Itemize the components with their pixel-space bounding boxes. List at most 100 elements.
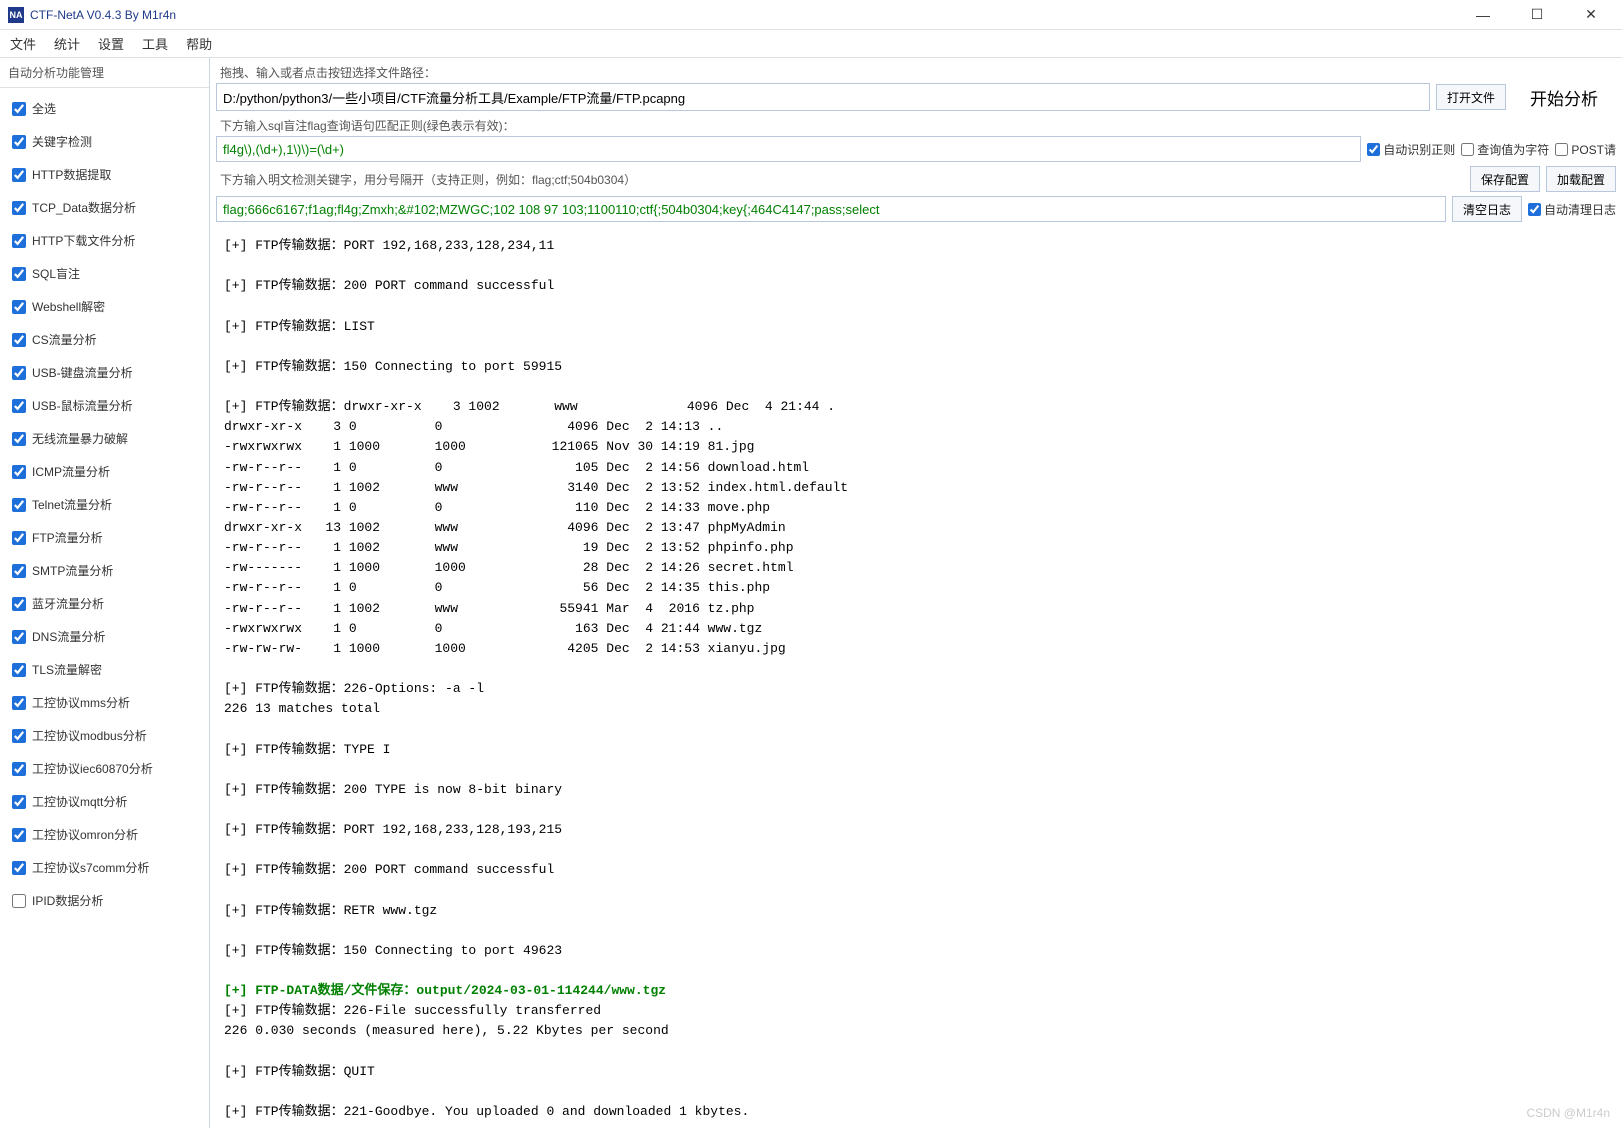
- sidebar-item-label: 工控协议omron分析: [32, 826, 138, 843]
- maximize-button[interactable]: ☐: [1522, 5, 1552, 25]
- minimize-button[interactable]: —: [1468, 5, 1498, 25]
- menu-item[interactable]: 设置: [98, 34, 124, 53]
- file-path-input[interactable]: [216, 83, 1430, 111]
- menu-item[interactable]: 统计: [54, 34, 80, 53]
- sidebar-checkbox[interactable]: [12, 201, 26, 215]
- sidebar: 自动分析功能管理 全选关键字检测HTTP数据提取TCP_Data数据分析HTTP…: [0, 58, 210, 1128]
- sidebar-item[interactable]: 工控协议iec60870分析: [4, 752, 205, 785]
- sidebar-checkbox[interactable]: [12, 102, 26, 116]
- sidebar-item[interactable]: HTTP下载文件分析: [4, 224, 205, 257]
- sidebar-item[interactable]: CS流量分析: [4, 323, 205, 356]
- sidebar-checkbox[interactable]: [12, 399, 26, 413]
- save-config-button[interactable]: 保存配置: [1470, 166, 1540, 192]
- log-line: [+] FTP传输数据：drwxr-xr-x 3 1002 www 4096 D…: [224, 397, 1608, 417]
- log-line: [224, 337, 1608, 357]
- sidebar-item[interactable]: 工控协议omron分析: [4, 818, 205, 851]
- opt-query-char[interactable]: 查询值为字符: [1461, 141, 1549, 158]
- sidebar-item[interactable]: Telnet流量分析: [4, 488, 205, 521]
- app-icon: NA: [8, 7, 24, 23]
- log-output[interactable]: [+] FTP传输数据：PORT 192,168,233,128,234,11 …: [216, 226, 1616, 1124]
- sidebar-item[interactable]: 蓝牙流量分析: [4, 587, 205, 620]
- sidebar-item-label: 工控协议iec60870分析: [32, 760, 153, 777]
- sidebar-item[interactable]: 工控协议s7comm分析: [4, 851, 205, 884]
- sidebar-checkbox[interactable]: [12, 861, 26, 875]
- opt-auto-clear-log[interactable]: 自动清理日志: [1528, 201, 1616, 218]
- log-line: [224, 377, 1608, 397]
- sidebar-checkbox[interactable]: [12, 465, 26, 479]
- sidebar-item[interactable]: USB-鼠标流量分析: [4, 389, 205, 422]
- log-line: [224, 256, 1608, 276]
- sidebar-item[interactable]: FTP流量分析: [4, 521, 205, 554]
- sidebar-checkbox[interactable]: [12, 498, 26, 512]
- log-line: [224, 296, 1608, 316]
- log-line: [224, 921, 1608, 941]
- sidebar-item[interactable]: DNS流量分析: [4, 620, 205, 653]
- sidebar-checkbox[interactable]: [12, 267, 26, 281]
- sidebar-checkbox[interactable]: [12, 630, 26, 644]
- open-file-button[interactable]: 打开文件: [1436, 84, 1506, 110]
- sidebar-checkbox[interactable]: [12, 366, 26, 380]
- close-button[interactable]: ✕: [1576, 5, 1606, 25]
- regex-input[interactable]: [216, 136, 1361, 162]
- sidebar-checkbox[interactable]: [12, 300, 26, 314]
- menu-item[interactable]: 文件: [10, 34, 36, 53]
- log-line: 226 0.030 seconds (measured here), 5.22 …: [224, 1021, 1608, 1041]
- opt-auto-regex[interactable]: 自动识别正则: [1367, 141, 1455, 158]
- sidebar-checkbox[interactable]: [12, 564, 26, 578]
- sidebar-item[interactable]: 关键字检测: [4, 125, 205, 158]
- sidebar-item[interactable]: 无线流量暴力破解: [4, 422, 205, 455]
- sidebar-item-label: CS流量分析: [32, 331, 97, 348]
- sidebar-item[interactable]: 工控协议mqtt分析: [4, 785, 205, 818]
- log-line: 226 13 matches total: [224, 699, 1608, 719]
- sidebar-item[interactable]: 工控协议modbus分析: [4, 719, 205, 752]
- sidebar-item[interactable]: IPID数据分析: [4, 884, 205, 917]
- sidebar-item[interactable]: TCP_Data数据分析: [4, 191, 205, 224]
- sidebar-item-label: 无线流量暴力破解: [32, 430, 128, 447]
- hint-regex: 下方输入sql盲注flag查询语句匹配正则(绿色表示有效)：: [216, 115, 1616, 136]
- sidebar-item[interactable]: HTTP数据提取: [4, 158, 205, 191]
- sidebar-checkbox[interactable]: [12, 168, 26, 182]
- sidebar-item[interactable]: ICMP流量分析: [4, 455, 205, 488]
- start-analysis-button[interactable]: 开始分析: [1512, 85, 1616, 110]
- load-config-button[interactable]: 加载配置: [1546, 166, 1616, 192]
- menu-item[interactable]: 帮助: [186, 34, 212, 53]
- sidebar-item[interactable]: Webshell解密: [4, 290, 205, 323]
- clear-log-button[interactable]: 清空日志: [1452, 196, 1522, 222]
- sidebar-checkbox[interactable]: [12, 762, 26, 776]
- sidebar-checkbox[interactable]: [12, 894, 26, 908]
- sidebar-checkbox[interactable]: [12, 597, 26, 611]
- log-line: drwxr-xr-x 13 1002 www 4096 Dec 2 13:47 …: [224, 518, 1608, 538]
- sidebar-checkbox[interactable]: [12, 663, 26, 677]
- sidebar-item-label: 蓝牙流量分析: [32, 595, 104, 612]
- sidebar-checkbox[interactable]: [12, 696, 26, 710]
- sidebar-checkbox[interactable]: [12, 432, 26, 446]
- sidebar-checkbox[interactable]: [12, 729, 26, 743]
- log-line: [+] FTP传输数据：LIST: [224, 317, 1608, 337]
- keywords-input[interactable]: [216, 196, 1446, 222]
- sidebar-item[interactable]: SQL盲注: [4, 257, 205, 290]
- menu-item[interactable]: 工具: [142, 34, 168, 53]
- sidebar-item[interactable]: 全选: [4, 92, 205, 125]
- sidebar-item-label: HTTP数据提取: [32, 166, 111, 183]
- log-line: -rwxrwxrwx 1 0 0 163 Dec 4 21:44 www.tgz: [224, 619, 1608, 639]
- sidebar-checkbox[interactable]: [12, 135, 26, 149]
- log-line: -rw-r--r-- 1 0 0 105 Dec 2 14:56 downloa…: [224, 458, 1608, 478]
- sidebar-checkbox[interactable]: [12, 531, 26, 545]
- sidebar-item[interactable]: TLS流量解密: [4, 653, 205, 686]
- sidebar-checkbox[interactable]: [12, 795, 26, 809]
- sidebar-item[interactable]: SMTP流量分析: [4, 554, 205, 587]
- log-line: -rw-r--r-- 1 1002 www 19 Dec 2 13:52 php…: [224, 538, 1608, 558]
- log-line: -rw-r--r-- 1 0 0 110 Dec 2 14:33 move.ph…: [224, 498, 1608, 518]
- sidebar-checkbox[interactable]: [12, 234, 26, 248]
- sidebar-checkbox[interactable]: [12, 333, 26, 347]
- sidebar-checkbox[interactable]: [12, 828, 26, 842]
- log-line: [224, 760, 1608, 780]
- opt-post[interactable]: POST请: [1555, 141, 1616, 158]
- sidebar-item[interactable]: USB-键盘流量分析: [4, 356, 205, 389]
- sidebar-item[interactable]: 工控协议mms分析: [4, 686, 205, 719]
- log-line: [+] FTP传输数据：150 Connecting to port 49623: [224, 941, 1608, 961]
- log-line: [224, 659, 1608, 679]
- log-line: [+] FTP传输数据：226-File successfully transf…: [224, 1001, 1608, 1021]
- log-line: -rw-r--r-- 1 0 0 56 Dec 2 14:35 this.php: [224, 578, 1608, 598]
- sidebar-item-label: IPID数据分析: [32, 892, 103, 909]
